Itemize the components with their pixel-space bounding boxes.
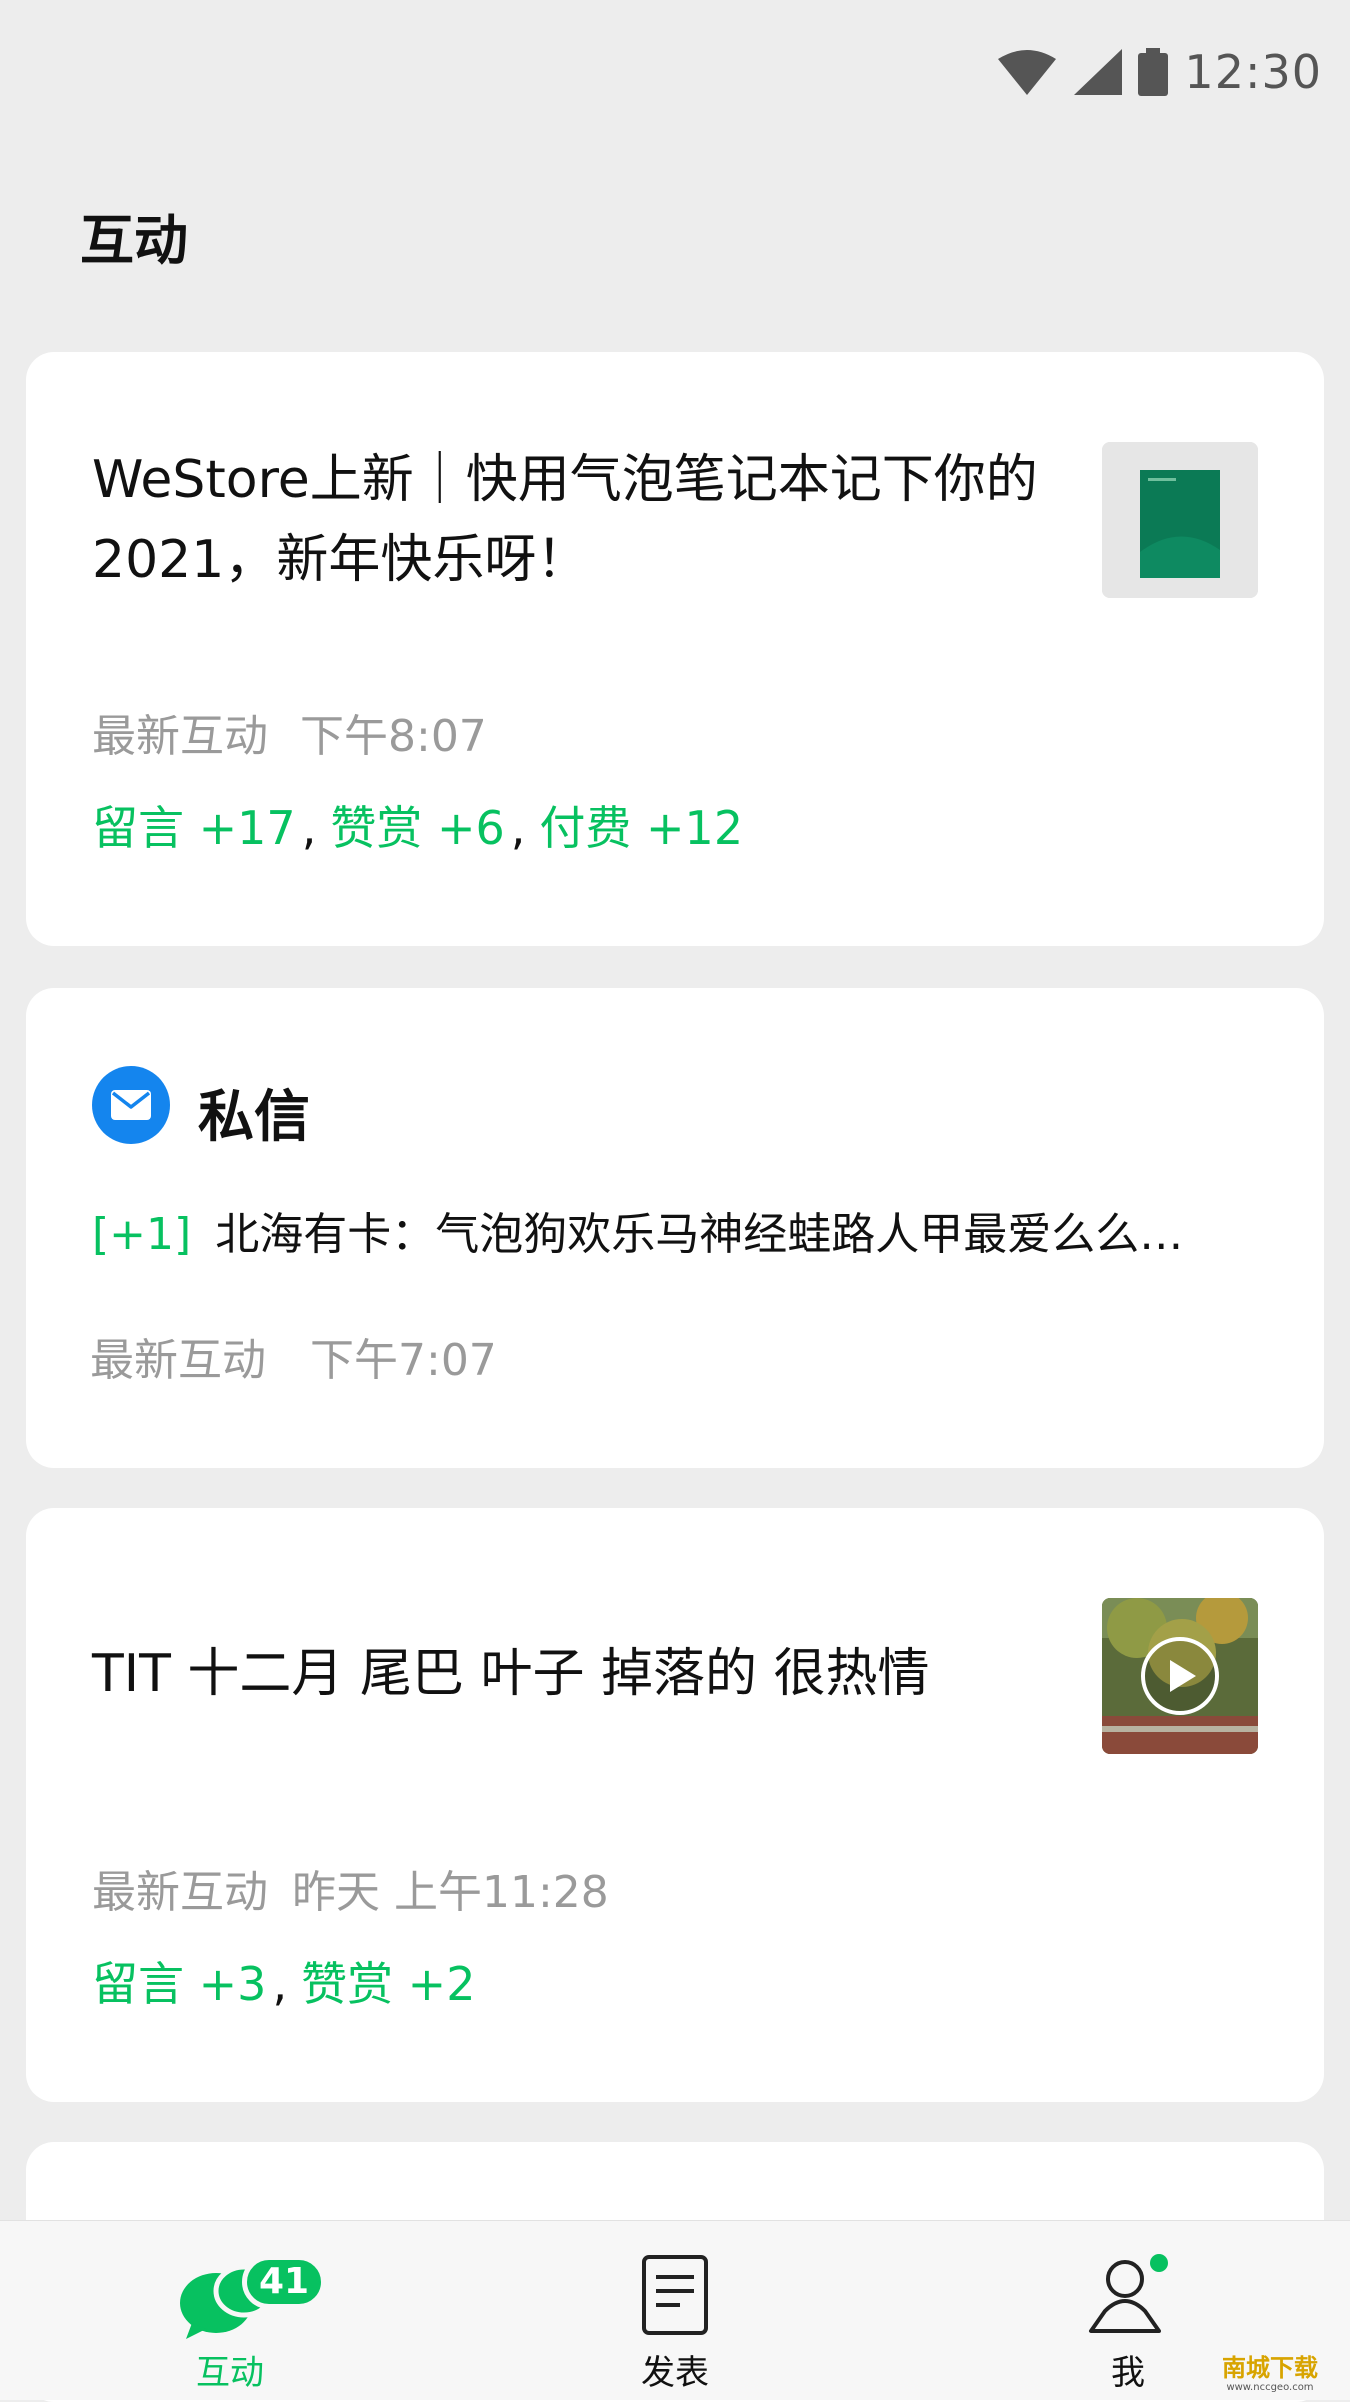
- tab-interactions[interactable]: 41 互动: [130, 2221, 330, 2401]
- battery-icon: [1138, 48, 1169, 96]
- latest-label: 最新互动: [92, 711, 268, 762]
- latest-time: 下午8:07: [300, 711, 487, 762]
- latest-interaction: 最新互动 下午7:07: [90, 1324, 497, 1388]
- interaction-card-article[interactable]: WeStore上新｜快用气泡笔记本记下你的2021，新年快乐呀！ 最新互动 下午…: [26, 352, 1324, 946]
- private-message-card[interactable]: 私信 [+1] 北海有卡：气泡狗欢乐马神经蛙路人甲最爱么么… 最新互动 下午7:0…: [26, 988, 1324, 1468]
- document-icon: [642, 2255, 708, 2335]
- stat-comments: 留言 +17: [92, 801, 296, 855]
- page-title: 互动: [80, 209, 188, 272]
- interaction-stats: 留言 +17, 赞赏 +6, 付费 +12: [92, 792, 743, 858]
- article-thumbnail: [1102, 442, 1258, 598]
- latest-label: 最新互动: [92, 1867, 268, 1918]
- unread-count: [+1]: [92, 1209, 192, 1260]
- tab-me[interactable]: 我: [1028, 2221, 1228, 2401]
- tab-publish[interactable]: 发表: [575, 2221, 775, 2401]
- status-bar: 12:30: [996, 40, 1322, 104]
- wifi-icon: [998, 50, 1057, 95]
- latest-label: 最新互动: [90, 1335, 266, 1386]
- status-time: 12:30: [1184, 45, 1322, 99]
- video-thumbnail[interactable]: [1102, 1598, 1258, 1754]
- svg-text:www.nccgeo.com: www.nccgeo.com: [1226, 2382, 1313, 2393]
- interaction-stats: 留言 +3, 赞赏 +2: [92, 1948, 476, 2014]
- notebook-image: [1102, 442, 1258, 598]
- private-message-title: 私信: [198, 1085, 310, 1150]
- bottom-tab-bar: 41 互动 发表 我 南城下载 www.nccgeo.com: [0, 2220, 1350, 2400]
- tab-label: 互动: [196, 2353, 264, 2393]
- cellular-signal-icon: [1074, 49, 1123, 95]
- latest-time: 昨天 上午11:28: [292, 1867, 609, 1918]
- latest-time: 下午7:07: [310, 1335, 497, 1386]
- stat-paid: 付费 +12: [539, 801, 744, 855]
- stat-rewards: 赞赏 +6: [330, 801, 505, 855]
- message-preview: 北海有卡：气泡狗欢乐马神经蛙路人甲最爱么么…: [215, 1209, 1184, 1260]
- private-message-preview-line: [+1] 北海有卡：气泡狗欢乐马神经蛙路人甲最爱么么…: [92, 1198, 1252, 1262]
- person-icon: [1089, 2254, 1168, 2333]
- stat-comments: 留言 +3: [92, 1957, 267, 2011]
- article-title: WeStore上新｜快用气泡笔记本记下你的2021，新年快乐呀！: [92, 450, 1038, 590]
- tab-label: 我: [1111, 2353, 1145, 2393]
- unread-badge: 41: [242, 2255, 327, 2309]
- site-watermark-logo: 南城下载 www.nccgeo.com: [1222, 2354, 1318, 2393]
- latest-interaction: 最新互动 昨天 上午11:28: [92, 1856, 609, 1920]
- svg-text:南城下载: 南城下载: [1222, 2354, 1318, 2382]
- interaction-card-video[interactable]: TIT 十二月 尾巴 叶子 掉落的 很热情 最新互动 昨天 上午11:28 留言…: [26, 1508, 1324, 2102]
- video-title: TIT 十二月 尾巴 叶子 掉落的 很热情: [92, 1644, 930, 1704]
- latest-interaction: 最新互动 下午8:07: [92, 700, 487, 764]
- tab-label: 发表: [641, 2353, 709, 2393]
- mail-icon: [92, 1066, 170, 1144]
- stat-rewards: 赞赏 +2: [301, 1957, 476, 2011]
- play-icon: [1141, 1637, 1219, 1715]
